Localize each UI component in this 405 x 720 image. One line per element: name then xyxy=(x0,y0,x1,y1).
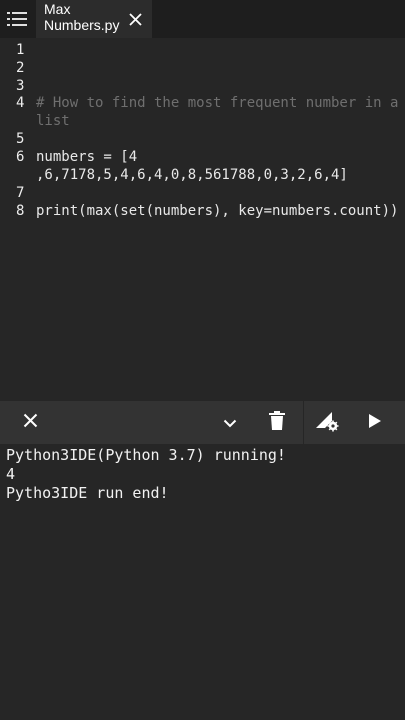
trash-icon xyxy=(269,411,285,434)
code-line: 6 numbers = [4 xyxy=(0,148,405,166)
delete-button[interactable] xyxy=(254,401,300,444)
code-editor[interactable]: 1 2 3 4 # How to find the most frequent … xyxy=(0,38,405,401)
line-number: 3 xyxy=(16,78,25,94)
line-text: numbers = [4 xyxy=(36,149,138,165)
code-line-wrap: ,6,7178,5,4,6,4,0,8,561788,0,3,2,6,4] xyxy=(0,166,405,184)
console-line: 4 xyxy=(6,465,16,483)
top-bar: Max Numbers.py xyxy=(0,0,405,38)
line-text: print(max(set(numbers), key=numbers.coun… xyxy=(36,203,399,219)
run-settings-button[interactable] xyxy=(304,401,350,444)
code-line: 7 xyxy=(0,184,405,202)
console-line: Python3IDE(Python 3.7) running! xyxy=(6,446,286,464)
hamburger-menu-icon[interactable] xyxy=(0,0,34,38)
code-line: 2 xyxy=(0,59,405,77)
run-settings-icon xyxy=(314,410,340,436)
line-number: 2 xyxy=(16,60,25,76)
file-tab[interactable]: Max Numbers.py xyxy=(36,0,152,38)
console-line: Pytho3IDE run end! xyxy=(6,484,169,502)
code-line: 8 print(max(set(numbers), key=numbers.co… xyxy=(0,202,405,220)
code-line: 5 xyxy=(0,130,405,148)
comment-text-wrap: list xyxy=(36,113,70,129)
close-console-button[interactable] xyxy=(7,401,53,444)
close-icon xyxy=(23,413,38,432)
line-number: 1 xyxy=(16,42,25,58)
run-button[interactable] xyxy=(352,401,398,444)
line-number: 7 xyxy=(16,185,25,201)
run-toolbar xyxy=(0,401,405,444)
code-line: 1 xyxy=(0,41,405,59)
close-icon[interactable] xyxy=(129,11,142,26)
line-number: 5 xyxy=(16,131,25,147)
line-number: 4 xyxy=(16,95,25,111)
output-console: Python3IDE(Python 3.7) running! 4 Pytho3… xyxy=(0,444,405,720)
play-icon xyxy=(369,413,381,432)
chevron-down-icon xyxy=(223,413,237,432)
line-text-wrap: ,6,7178,5,4,6,4,0,8,561788,0,3,2,6,4] xyxy=(36,167,348,183)
code-line: 3 xyxy=(0,77,405,95)
line-number: 8 xyxy=(16,203,25,219)
collapse-button[interactable] xyxy=(207,401,253,444)
code-line: 4 # How to find the most frequent number… xyxy=(0,94,405,112)
line-number: 6 xyxy=(16,149,25,165)
comment-text: # How to find the most frequent number i… xyxy=(36,95,399,111)
code-line-wrap: list xyxy=(0,112,405,130)
